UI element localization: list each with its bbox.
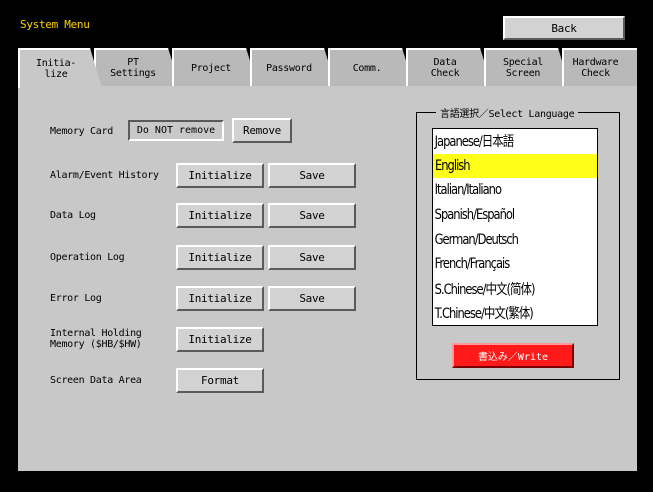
internal-holding-memory-label-line2: Memory ($HB/$HW) (50, 339, 142, 350)
error-log-label: Error Log (50, 293, 102, 304)
tab-comm[interactable]: Comm. (328, 48, 414, 86)
operation-log-save-button[interactable]: Save (268, 245, 356, 270)
language-option-traditional-chinese[interactable]: T.Chinese/中文(繁体) (433, 301, 567, 326)
tab-label: Initia- lize (35, 58, 77, 80)
language-option-simplified-chinese[interactable]: S.Chinese/中文(简体) (433, 277, 567, 302)
error-log-save-button[interactable]: Save (268, 286, 356, 311)
window-title: System Menu (20, 18, 90, 31)
language-option-german[interactable]: German/Deutsch (433, 227, 567, 252)
tab-pt-settings[interactable]: PT Settings (94, 48, 180, 86)
tab-special-screen[interactable]: Special Screen (484, 48, 570, 86)
tab-hardware-check[interactable]: Hardware Check (562, 48, 637, 86)
title-bar: System Menu Back (0, 0, 653, 46)
operation-log-initialize-button[interactable]: Initialize (176, 245, 264, 270)
remove-button[interactable]: Remove (232, 118, 292, 143)
memory-card-status: Do NOT remove (128, 120, 224, 141)
error-log-initialize-button[interactable]: Initialize (176, 286, 264, 311)
tab-password[interactable]: Password (250, 48, 336, 86)
language-option-french[interactable]: French/Français (433, 252, 567, 277)
data-log-save-button[interactable]: Save (268, 203, 356, 228)
format-button[interactable]: Format (176, 368, 264, 393)
internal-holding-memory-label: Internal Holding Memory ($HB/$HW) (50, 328, 142, 350)
screen-data-area-label: Screen Data Area (50, 375, 142, 386)
tab-label: PT Settings (110, 57, 156, 79)
alarm-save-button[interactable]: Save (268, 163, 356, 188)
tab-label: Project (190, 62, 232, 74)
language-group-title: 言語選択／Select Language (436, 105, 579, 120)
operation-log-label: Operation Log (50, 252, 125, 263)
tab-label: Password (266, 62, 312, 74)
initialize-panel: Memory Card Do NOT remove Remove Alarm/E… (18, 86, 637, 471)
data-log-initialize-button[interactable]: Initialize (176, 203, 264, 228)
data-log-label: Data Log (50, 210, 96, 221)
tab-label: Data Check (430, 57, 460, 79)
tab-label: Comm. (352, 62, 382, 74)
alarm-initialize-button[interactable]: Initialize (176, 163, 264, 188)
tab-label: Hardware Check (572, 57, 619, 79)
back-button[interactable]: Back (503, 16, 625, 40)
alarm-event-history-label: Alarm/Event History (50, 170, 159, 181)
tab-project[interactable]: Project (172, 48, 258, 86)
tab-data-check[interactable]: Data Check (406, 48, 492, 86)
tab-label: Special Screen (502, 57, 544, 79)
language-option-label: English (435, 157, 471, 174)
internal-holding-memory-label-line1: Internal Holding (50, 328, 142, 339)
language-option-spanish[interactable]: Spanish/Español (433, 203, 567, 228)
internal-holding-memory-initialize-button[interactable]: Initialize (176, 327, 264, 352)
memory-card-label: Memory Card (50, 126, 113, 137)
language-list[interactable]: Japanese/日本語 English Italian/Italiano Sp… (432, 128, 598, 326)
language-option-english[interactable]: English (433, 153, 597, 179)
tab-strip: Initia- lize PT Settings Project Passwor… (0, 46, 653, 86)
language-option-japanese[interactable]: Japanese/日本語 (433, 129, 567, 154)
language-option-italian[interactable]: Italian/Italiano (433, 178, 567, 203)
tab-initialize[interactable]: Initia- lize (18, 48, 102, 88)
write-button[interactable]: 書込み／Write (452, 343, 574, 368)
